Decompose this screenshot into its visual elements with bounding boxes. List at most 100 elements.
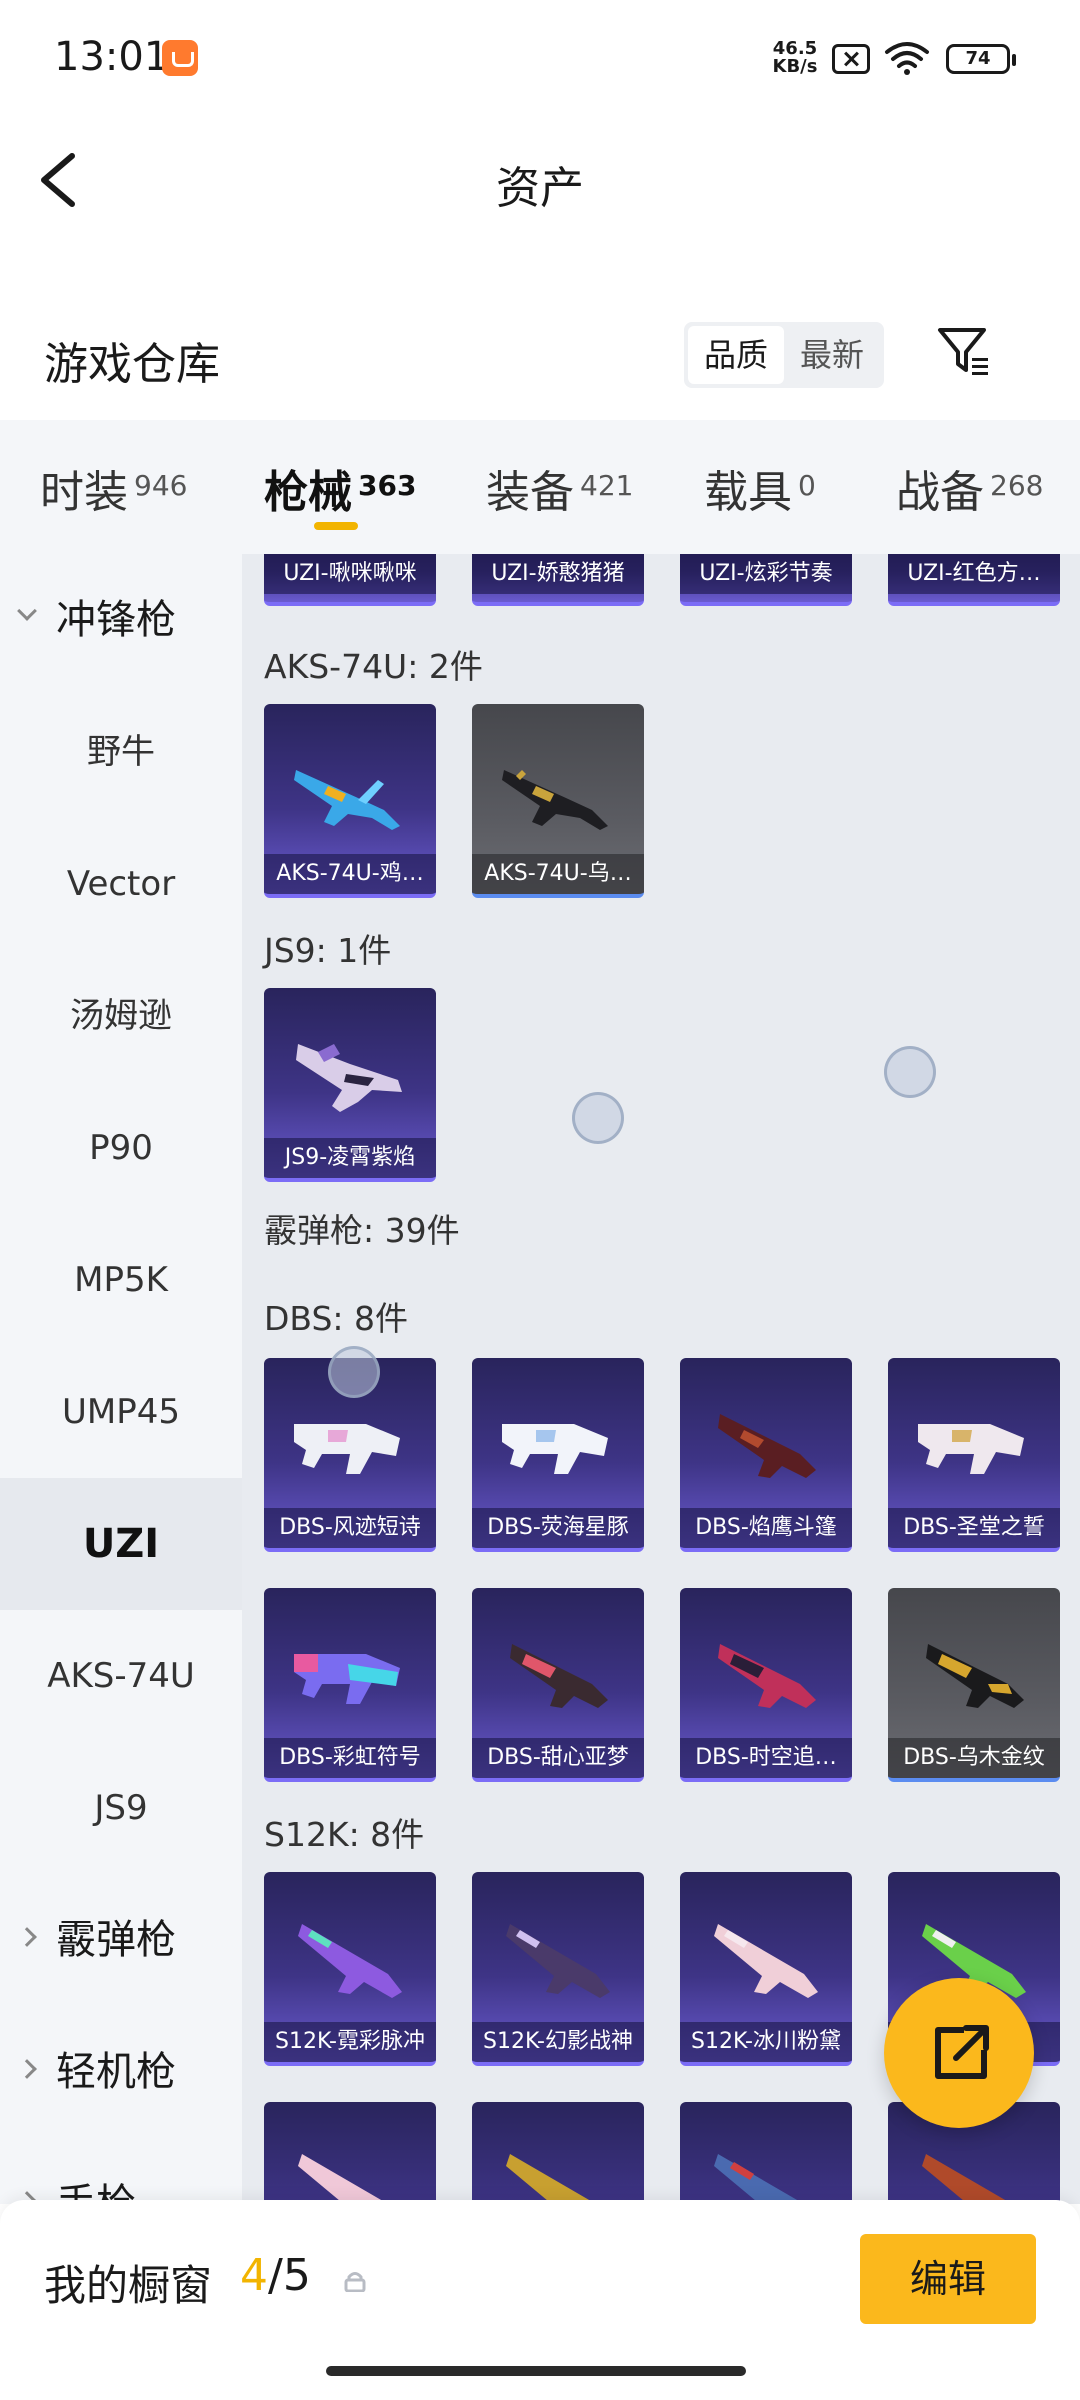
status-time: 13:01	[54, 34, 170, 80]
weapon-skin-image	[714, 2154, 804, 2204]
weapon-card[interactable]	[472, 2102, 644, 2204]
assets-page: 13:01 46.5 KB/s 74 资产 游戏仓库 品质 最新 时装 946 …	[0, 0, 1080, 2400]
title-bar: 资产	[0, 118, 1080, 242]
weapon-card[interactable]: AKS-74U-乌…	[472, 704, 644, 898]
weapon-card[interactable]: S12K-幻影战神	[472, 1872, 644, 2066]
weapon-skin-image	[918, 1424, 1024, 1474]
weapon-grid: UZI-啾咪啾咪 UZI-娇憨猪猪 UZI-炫彩节奏 UZI-红色方… AKS-…	[242, 554, 1080, 2204]
sidebar-item-uzi[interactable]: UZI	[0, 1478, 242, 1610]
network-speed: 46.5 KB/s	[768, 40, 822, 76]
weapon-card[interactable]: UZI-娇憨猪猪	[472, 554, 644, 606]
sidebar-item-bizon[interactable]: 野牛	[0, 686, 242, 818]
tab-label: 枪械	[264, 467, 352, 518]
page-title: 资产	[496, 163, 584, 214]
sidebar-item-p90[interactable]: P90	[0, 1082, 242, 1214]
tab-equipment[interactable]: 装备 421	[486, 456, 633, 520]
chevron-down-icon	[17, 601, 37, 621]
lock-icon	[344, 2272, 366, 2292]
shopping-bag-icon	[162, 40, 198, 76]
weapon-card[interactable]: DBS-彩虹符号	[264, 1588, 436, 1782]
tab-supplies[interactable]: 战备 268	[896, 456, 1043, 520]
edit-button[interactable]: 编辑	[860, 2234, 1036, 2324]
weapon-card[interactable]: DBS-时空追…	[680, 1588, 852, 1782]
section-label-shotgun: 霰弹枪: 39件	[264, 1211, 460, 1250]
tab-vehicles[interactable]: 载具 0	[704, 456, 816, 520]
no-sim-icon	[832, 44, 870, 74]
weapon-card-label: DBS-荧海星豚	[472, 1508, 644, 1548]
sidebar-item-thompson[interactable]: 汤姆逊	[0, 950, 242, 1082]
weapon-card[interactable]	[264, 2102, 436, 2204]
section-label-dbs: DBS: 8件	[264, 1299, 409, 1338]
weapon-skin-image	[294, 1424, 400, 1474]
sidebar-group-lmg[interactable]: 轻机枪	[0, 2006, 242, 2138]
weapon-skin-image	[718, 1644, 816, 1708]
tab-count: 268	[990, 469, 1044, 502]
weapon-skin-image	[294, 1654, 400, 1704]
showcase-total: /5	[268, 2250, 311, 2301]
status-bar: 13:01 46.5 KB/s 74	[0, 0, 1080, 118]
sidebar-group-smg[interactable]: 冲锋枪	[0, 554, 242, 686]
weapon-skin-image	[510, 1644, 608, 1708]
tab-outfits[interactable]: 时装 946	[40, 456, 187, 520]
home-indicator[interactable]	[326, 2366, 746, 2376]
weapon-card[interactable]: S12K-霓彩脉冲	[264, 1872, 436, 2066]
weapon-skin-image	[296, 1044, 402, 1112]
showcase-current: 4	[240, 2250, 268, 2301]
sidebar-group-pistol[interactable]: 手枪	[0, 2138, 242, 2204]
network-speed-unit: KB/s	[772, 56, 818, 77]
weapon-card[interactable]: UZI-啾咪啾咪	[264, 554, 436, 606]
touch-indicator	[884, 1046, 936, 1098]
tab-label: 时装	[40, 467, 128, 518]
sort-option-quality[interactable]: 品质	[688, 326, 784, 384]
section-label-js9: JS9: 1件	[264, 931, 392, 970]
sort-segmented-control: 品质 最新	[684, 322, 884, 388]
weapon-card[interactable]	[680, 2102, 852, 2204]
weapon-card-label: DBS-风迹短诗	[264, 1508, 436, 1548]
active-tab-indicator	[314, 522, 358, 530]
weapon-card-label: DBS-彩虹符号	[264, 1738, 436, 1778]
weapon-skin-image	[502, 1424, 608, 1474]
weapon-card[interactable]: DBS-荧海星豚	[472, 1358, 644, 1552]
tab-label: 载具	[704, 467, 792, 518]
weapon-card[interactable]: DBS-乌木金纹	[888, 1588, 1060, 1782]
warehouse-header: 游戏仓库 品质 最新	[0, 300, 1080, 420]
weapon-card[interactable]: AKS-74U-鸡…	[264, 704, 436, 898]
sidebar-item-aks74u[interactable]: AKS-74U	[0, 1610, 242, 1742]
tab-count: 421	[580, 469, 634, 502]
weapon-card-label: UZI-啾咪啾咪	[264, 554, 436, 594]
sidebar-group-shotgun[interactable]: 霰弹枪	[0, 1874, 242, 2006]
sidebar-item-vector[interactable]: Vector	[0, 818, 242, 950]
weapon-card-label: AKS-74U-鸡…	[264, 854, 436, 894]
weapon-card[interactable]: DBS-焰鹰斗篷	[680, 1358, 852, 1552]
weapon-card-label: DBS-甜心亚梦	[472, 1738, 644, 1778]
weapon-card[interactable]: JS9-凌霄紫焰	[264, 988, 436, 1182]
sidebar-item-ump45[interactable]: UMP45	[0, 1346, 242, 1478]
section-label-s12k: S12K: 8件	[264, 1815, 425, 1854]
showcase-label: 我的橱窗	[44, 2261, 213, 2310]
sidebar-group-label: 霰弹枪	[56, 1917, 176, 1963]
wifi-icon	[885, 42, 929, 75]
weapon-card[interactable]: DBS-甜心亚梦	[472, 1588, 644, 1782]
showcase-count: 4/5	[240, 2250, 311, 2301]
category-tabs: 时装 946 枪械 363 装备 421 载具 0 战备 268	[0, 420, 1080, 554]
tab-label: 装备	[486, 467, 574, 518]
weapon-skin-image	[298, 2154, 388, 2204]
filter-icon[interactable]	[934, 322, 994, 382]
weapon-skin-image	[294, 770, 400, 830]
weapon-card-label: UZI-红色方…	[888, 554, 1060, 594]
touch-indicator	[328, 1346, 380, 1398]
sidebar-item-mp5k[interactable]: MP5K	[0, 1214, 242, 1346]
weapon-skin-image	[502, 770, 608, 830]
weapon-card[interactable]: DBS-圣堂之誓	[888, 1358, 1060, 1552]
tab-weapons[interactable]: 枪械 363	[264, 456, 416, 520]
weapon-card[interactable]: UZI-炫彩节奏	[680, 554, 852, 606]
sidebar-group-label: 冲锋枪	[56, 597, 176, 643]
tab-label: 战备	[896, 467, 984, 518]
share-fab-button[interactable]	[884, 1978, 1034, 2128]
battery-indicator: 74	[946, 44, 1016, 74]
sort-option-newest[interactable]: 最新	[784, 326, 880, 384]
weapon-card[interactable]: UZI-红色方…	[888, 554, 1060, 606]
sidebar-item-js9[interactable]: JS9	[0, 1742, 242, 1874]
weapon-card[interactable]: S12K-冰川粉黛	[680, 1872, 852, 2066]
weapon-card-label: DBS-时空追…	[680, 1738, 852, 1778]
